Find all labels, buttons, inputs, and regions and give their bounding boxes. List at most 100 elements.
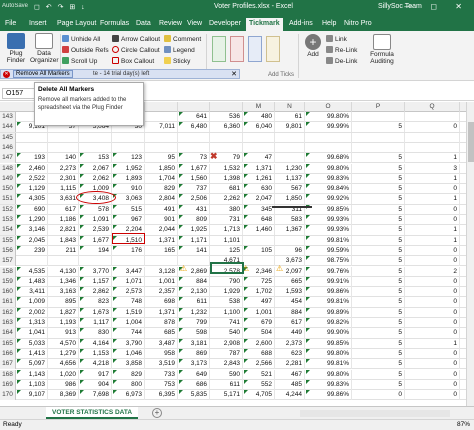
table-cell[interactable]: 1,186 <box>48 215 79 225</box>
table-cell[interactable]: 1,371 <box>243 163 275 174</box>
row-header[interactable]: 162 <box>0 307 16 318</box>
table-cell[interactable] <box>243 142 275 153</box>
table-cell[interactable]: 99.89% <box>305 307 352 318</box>
table-cell[interactable]: 913 <box>48 328 79 339</box>
tab-add-ins[interactable]: Add-ins <box>286 18 316 31</box>
table-cell[interactable]: 140 <box>48 153 79 164</box>
table-cell[interactable]: 1,261 <box>243 173 275 184</box>
table-cell[interactable]: 0 <box>405 328 460 339</box>
table-cell[interactable]: 99.80% <box>305 163 352 174</box>
table-cell[interactable]: 1,143 <box>16 369 48 380</box>
table-cell[interactable]: 99.81% <box>305 359 352 370</box>
tab-help[interactable]: Help <box>319 18 339 31</box>
table-cell[interactable]: 5 <box>352 379 405 390</box>
table-cell[interactable]: 809 <box>178 215 210 225</box>
table-cell[interactable] <box>79 256 112 267</box>
unhide-all-button[interactable]: Unhide All <box>62 35 100 43</box>
table-cell[interactable] <box>210 132 243 143</box>
table-cell[interactable]: 5 <box>352 204 405 215</box>
table-cell[interactable]: 454 <box>275 297 305 308</box>
table-cell[interactable]: 9,107 <box>16 390 48 401</box>
table-cell[interactable]: 1,532 <box>210 163 243 174</box>
table-cell[interactable]: 5 <box>352 235 405 246</box>
table-cell[interactable]: 1,153 <box>79 348 112 359</box>
tab-insert[interactable]: Insert <box>26 18 50 31</box>
table-cell[interactable]: 958 <box>145 348 178 359</box>
row-header[interactable]: 152 <box>0 204 16 215</box>
table-cell[interactable]: 623 <box>275 348 305 359</box>
table-cell[interactable] <box>48 256 79 267</box>
box-callout-button[interactable]: Box Callout <box>112 57 154 65</box>
table-cell[interactable]: 1,046 <box>112 348 145 359</box>
table-cell[interactable] <box>79 132 112 143</box>
table-cell[interactable]: 1,091 <box>79 215 112 225</box>
table-cell[interactable]: 787 <box>210 348 243 359</box>
table-cell[interactable] <box>112 142 145 153</box>
table-cell[interactable]: 99.93% <box>305 225 352 236</box>
table-cell[interactable]: 0 <box>405 390 460 401</box>
table-cell[interactable]: 3,631 <box>48 194 79 205</box>
table-cell[interactable]: 6,480 <box>178 122 210 133</box>
table-cell[interactable]: 5 <box>352 318 405 328</box>
table-cell[interactable]: 2,573 <box>112 287 145 298</box>
autosave-toggle[interactable]: AutoSave <box>2 3 28 9</box>
table-cell[interactable]: 688 <box>243 348 275 359</box>
table-cell[interactable]: 8,369 <box>48 390 79 401</box>
table-cell[interactable]: 4,244 <box>275 390 305 401</box>
table-cell[interactable]: 99.80% <box>305 348 352 359</box>
table-cell[interactable]: 5 <box>352 173 405 184</box>
table-cell[interactable]: 1,290 <box>16 215 48 225</box>
table-cell[interactable]: 1,100 <box>210 307 243 318</box>
row-header[interactable]: 144 <box>0 122 16 133</box>
table-cell[interactable]: 193 <box>16 153 48 164</box>
table-cell[interactable]: 1,001 <box>145 276 178 287</box>
tab-data[interactable]: Data <box>133 18 154 31</box>
table-cell[interactable]: 105 <box>243 245 275 256</box>
table-cell[interactable]: 1,702 <box>243 287 275 298</box>
table-cell[interactable]: 3,519 <box>145 359 178 370</box>
table-cell[interactable]: 1,232 <box>178 307 210 318</box>
scroll-up-button[interactable]: Scroll Up <box>62 57 97 65</box>
table-cell[interactable]: 2,044 <box>145 225 178 236</box>
table-cell[interactable]: 1,371 <box>145 307 178 318</box>
table-cell[interactable]: 6,360 <box>210 122 243 133</box>
table-cell[interactable]: 2,843 <box>210 359 243 370</box>
relink-button[interactable]: Re-Link <box>326 46 357 54</box>
table-cell[interactable]: 986 <box>48 379 79 390</box>
table-cell[interactable]: 648 <box>243 215 275 225</box>
table-cell[interactable]: 0 <box>405 369 460 380</box>
table-cell[interactable]: 725 <box>243 276 275 287</box>
table-cell[interactable]: 2,862 <box>79 287 112 298</box>
table-cell[interactable]: 2,821 <box>48 225 79 236</box>
table-cell[interactable]: 1 <box>405 235 460 246</box>
table-cell[interactable]: 2,566 <box>243 359 275 370</box>
row-header[interactable]: 161 <box>0 297 16 308</box>
table-cell[interactable]: 1,929 <box>210 287 243 298</box>
row-header[interactable]: 159 <box>0 276 16 287</box>
outside-refs-button[interactable]: Outside Refs <box>62 46 109 54</box>
table-cell[interactable]: 1,371 <box>145 235 178 246</box>
row-header[interactable]: 166 <box>0 348 16 359</box>
table-cell[interactable]: 737 <box>178 184 210 195</box>
table-cell[interactable]: 1,230 <box>275 163 305 174</box>
table-cell[interactable]: 878 <box>145 318 178 328</box>
table-cell[interactable]: 2,067 <box>79 163 112 174</box>
table-cell[interactable]: 5 <box>352 245 405 256</box>
row-header[interactable]: 164 <box>0 328 16 339</box>
table-cell[interactable]: 5 <box>352 256 405 267</box>
table-cell[interactable]: 4,535 <box>16 266 48 277</box>
table-cell[interactable] <box>405 112 460 122</box>
table-cell[interactable]: 6,395 <box>145 390 178 401</box>
table-cell[interactable]: 1,001 <box>243 307 275 318</box>
table-cell[interactable]: 1,009 <box>16 297 48 308</box>
table-cell[interactable]: 6,040 <box>243 122 275 133</box>
table-cell[interactable]: 641 <box>178 112 210 122</box>
table-cell[interactable]: 5 <box>352 287 405 298</box>
table-cell[interactable] <box>48 132 79 143</box>
quick-access-toolbar[interactable]: ◻ ↶ ↷ ⊞ ↓ <box>34 3 87 11</box>
table-cell[interactable]: 0 <box>405 359 460 370</box>
table-cell[interactable]: 1,129 <box>16 184 48 195</box>
column-header[interactable] <box>210 102 243 112</box>
table-cell[interactable]: 165 <box>145 245 178 256</box>
table-cell[interactable]: 698 <box>145 297 178 308</box>
